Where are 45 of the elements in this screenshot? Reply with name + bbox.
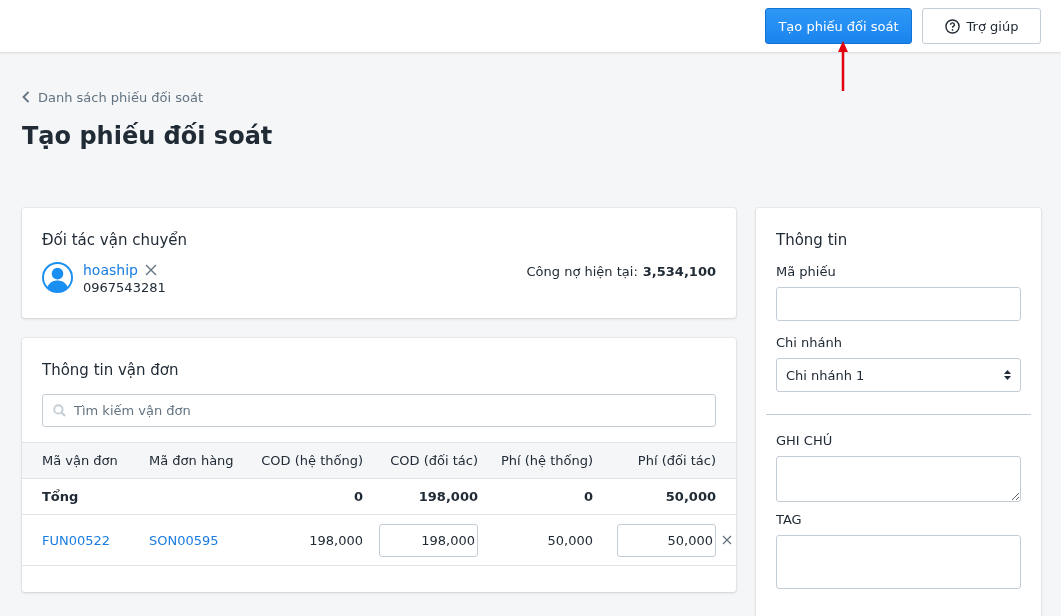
search-field[interactable]: Tìm kiếm vận đơn	[42, 394, 716, 427]
total-label: Tổng	[42, 489, 79, 504]
annotation-arrow	[838, 41, 848, 91]
total-cell: 0	[353, 489, 363, 504]
carrier-name-link[interactable]: hoaship	[83, 262, 138, 278]
chevron-left-icon	[22, 91, 30, 103]
field-label: Mã phiếu	[776, 264, 837, 279]
column-header: COD (đối tác)	[390, 453, 478, 468]
note-textarea[interactable]	[776, 456, 1021, 502]
branch-select[interactable]: Chi nhánh 1	[776, 358, 1021, 392]
fee-partner-input[interactable]: 50,000	[617, 523, 716, 557]
avatar-icon	[42, 262, 73, 293]
back-link[interactable]: Danh sách phiếu đối soát	[22, 88, 1041, 106]
total-cell: 0	[583, 489, 593, 504]
section-label: GHI CHÚ	[776, 433, 834, 448]
carrier-phone: 0967543281	[83, 280, 166, 295]
table-cell: 198,000	[309, 532, 363, 548]
page-title: Tạo phiếu đối soát	[22, 121, 274, 152]
tag-input[interactable]	[776, 535, 1021, 589]
column-header: COD (hệ thống)	[261, 453, 363, 468]
debt-value: 3,534,100	[642, 264, 716, 279]
total-cell: 50,000	[665, 489, 716, 504]
sort-arrows-icon	[1004, 370, 1011, 380]
help-icon	[944, 18, 960, 34]
column-header: Mã vận đơn	[42, 453, 118, 468]
remove-icon[interactable]	[722, 535, 732, 545]
card-title: Thông tin	[776, 230, 849, 250]
field-label: Chi nhánh	[776, 335, 843, 350]
debt-label: Công nợ hiện tại:	[526, 264, 638, 279]
cod-partner-input[interactable]: 198,000	[379, 523, 478, 557]
code-input[interactable]	[776, 287, 1021, 321]
column-header: Phí (hệ thống)	[500, 453, 593, 468]
search-icon	[53, 404, 66, 417]
close-icon[interactable]	[144, 264, 157, 276]
total-cell: 198,000	[418, 489, 478, 504]
card-title: Đối tác vận chuyển	[42, 230, 189, 250]
column-header: Phí (đối tác)	[637, 453, 716, 468]
table-cell: 50,000	[547, 532, 593, 548]
card-title: Thông tin vận đơn	[41, 360, 180, 380]
waybill-link[interactable]: FUN00522	[42, 532, 111, 548]
help-button[interactable]: Trợ giúp	[922, 8, 1041, 44]
column-header: Mã đơn hàng	[149, 453, 234, 468]
create-reconciliation-button[interactable]: Tạo phiếu đối soát	[765, 8, 912, 44]
section-label: TAG	[776, 512, 803, 527]
order-link[interactable]: SON00595	[149, 532, 219, 548]
